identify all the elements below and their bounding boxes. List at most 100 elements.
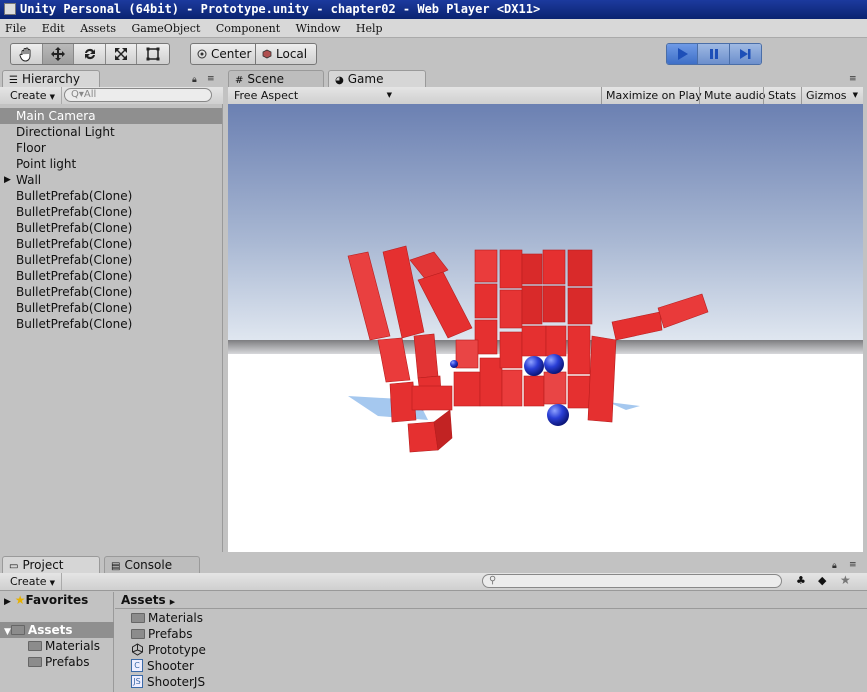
- hierarchy-item-bullet[interactable]: BulletPrefab(Clone): [0, 268, 222, 284]
- app-icon: [4, 2, 16, 15]
- panel-menu-icon[interactable]: ≡: [849, 74, 857, 84]
- stats-toggle[interactable]: Stats: [763, 87, 800, 104]
- hierarchy-item-bullet[interactable]: BulletPrefab(Clone): [0, 220, 222, 236]
- hierarchy-item-floor[interactable]: Floor: [0, 140, 222, 156]
- csharp-script-icon: C: [131, 659, 143, 672]
- project-asset-list: Assets ▶ Materials Prefabs Prototype C Sh…: [115, 592, 867, 692]
- lock-icon[interactable]: 🔒︎: [192, 75, 197, 85]
- expand-arrow-icon[interactable]: ▶: [4, 597, 11, 607]
- tab-project[interactable]: ▭ Project: [2, 556, 100, 574]
- rect-tool-button[interactable]: [137, 44, 169, 64]
- tab-console[interactable]: ▤ Console: [104, 556, 200, 574]
- game-toolbar: Free Aspect ▼ Maximize on Play Mute audi…: [228, 87, 863, 105]
- project-search-input[interactable]: ⚲: [482, 574, 782, 588]
- scale-icon: [115, 48, 128, 60]
- move-tool-button[interactable]: [42, 44, 75, 64]
- expand-arrow-icon[interactable]: ▶: [4, 172, 11, 188]
- favorite-star-icon[interactable]: ★: [840, 573, 851, 587]
- hierarchy-item-bullet[interactable]: BulletPrefab(Clone): [0, 204, 222, 220]
- scale-tool-button[interactable]: [106, 44, 138, 64]
- gizmos-label: Gizmos: [806, 89, 847, 102]
- project-folder-tree: ▶ ★Favorites ▼ Assets Materials Prefabs: [0, 592, 114, 692]
- gizmos-dropdown[interactable]: Gizmos ▼: [801, 87, 863, 104]
- asset-name: Shooter: [147, 659, 194, 673]
- project-create-label: Create: [10, 575, 47, 588]
- hierarchy-item-bullet[interactable]: BulletPrefab(Clone): [0, 284, 222, 300]
- aspect-dropdown[interactable]: Free Aspect ▼: [234, 87, 392, 104]
- divider: [115, 608, 867, 609]
- lock-icon[interactable]: 🔒︎: [832, 561, 837, 571]
- dropdown-arrow-icon: ▼: [386, 91, 392, 99]
- hierarchy-item-bullet[interactable]: BulletPrefab(Clone): [0, 188, 222, 204]
- project-create-dropdown[interactable]: Create ▼: [4, 573, 62, 590]
- favorites-node[interactable]: ▶ ★Favorites: [4, 592, 88, 610]
- tree-item-prefabs[interactable]: Prefabs: [28, 654, 90, 670]
- rect-tool-icon: [146, 47, 160, 61]
- asset-item-prefabs[interactable]: Prefabs: [131, 626, 193, 642]
- panel-menu-icon[interactable]: ≡: [207, 74, 215, 84]
- asset-item-materials[interactable]: Materials: [131, 610, 203, 626]
- star-icon: ★: [14, 593, 26, 607]
- hierarchy-item-directional-light[interactable]: Directional Light: [0, 124, 222, 140]
- filter-by-label-icon[interactable]: ◆: [818, 574, 826, 587]
- hierarchy-item-bullet[interactable]: BulletPrefab(Clone): [0, 300, 222, 316]
- asset-item-prototype[interactable]: Prototype: [131, 642, 206, 658]
- js-script-icon: JS: [131, 675, 143, 688]
- hierarchy-item-bullet[interactable]: BulletPrefab(Clone): [0, 236, 222, 252]
- menu-edit[interactable]: Edit: [42, 19, 65, 38]
- mute-audio-toggle[interactable]: Mute audio: [699, 87, 770, 104]
- hierarchy-search-input[interactable]: Q▾All: [64, 88, 212, 102]
- tab-hierarchy[interactable]: ☰ Hierarchy: [2, 70, 100, 88]
- dropdown-arrow-icon: ▼: [852, 91, 858, 99]
- hierarchy-item-bullet[interactable]: BulletPrefab(Clone): [0, 316, 222, 332]
- hierarchy-toolbar: Create ▼ Q▾All: [0, 87, 223, 105]
- unity-scene-icon: [132, 643, 143, 656]
- hierarchy-item-main-camera[interactable]: Main Camera: [0, 108, 222, 124]
- step-button[interactable]: [729, 44, 761, 64]
- tree-item-materials[interactable]: Materials: [28, 638, 100, 654]
- assets-node-label: Assets: [27, 623, 73, 637]
- hierarchy-item-wall-label: Wall: [16, 173, 42, 187]
- hierarchy-create-label: Create: [10, 89, 47, 102]
- maximize-on-play-toggle[interactable]: Maximize on Play: [601, 87, 706, 104]
- folder-icon: [28, 656, 42, 667]
- menu-assets[interactable]: Assets: [80, 19, 116, 38]
- tab-scene[interactable]: # Scene: [228, 70, 324, 88]
- menu-bar: File Edit Assets GameObject Component Wi…: [0, 19, 867, 38]
- project-toolbar: Create ▼ ⚲ ♣ ◆ ★: [0, 573, 867, 591]
- menu-window[interactable]: Window: [296, 19, 341, 38]
- asset-name: Prototype: [148, 643, 206, 657]
- play-button[interactable]: [667, 44, 699, 64]
- collapse-arrow-icon[interactable]: ▼: [4, 627, 11, 637]
- tab-project-label: Project: [22, 558, 64, 572]
- asset-name: ShooterJS: [147, 675, 206, 689]
- hierarchy-item-wall[interactable]: ▶ Wall: [0, 172, 222, 188]
- hand-tool-button[interactable]: [11, 44, 43, 64]
- menu-component[interactable]: Component: [216, 19, 280, 38]
- menu-gameobject[interactable]: GameObject: [132, 19, 201, 38]
- menu-help[interactable]: Help: [356, 19, 383, 38]
- folder-icon: [131, 612, 145, 623]
- hierarchy-item-point-light[interactable]: Point light: [0, 156, 222, 172]
- hierarchy-create-dropdown[interactable]: Create ▼: [4, 87, 62, 104]
- rotate-tool-button[interactable]: [74, 44, 106, 64]
- asset-item-shooter[interactable]: C Shooter: [131, 658, 194, 674]
- rotate-icon: [84, 48, 95, 60]
- hierarchy-item-bullet[interactable]: BulletPrefab(Clone): [0, 252, 222, 268]
- pause-button[interactable]: [698, 44, 730, 64]
- pivot-center-button[interactable]: Center: [190, 43, 256, 65]
- hand-icon: [19, 47, 31, 62]
- pivot-local-button[interactable]: Local: [255, 43, 317, 65]
- bullet-sphere: [547, 404, 569, 426]
- bullet-sphere: [544, 354, 564, 374]
- folder-icon: [28, 640, 42, 651]
- tree-item-materials-label: Materials: [45, 639, 101, 653]
- play-icon: [678, 48, 689, 60]
- tab-game[interactable]: ◕ Game: [328, 70, 426, 88]
- filter-by-type-icon[interactable]: ♣: [796, 574, 806, 587]
- panel-menu-icon[interactable]: ≡: [849, 560, 857, 570]
- move-arrows-icon: [50, 47, 65, 61]
- menu-file[interactable]: File: [5, 19, 26, 38]
- game-viewport[interactable]: [228, 104, 863, 552]
- asset-item-shooterjs[interactable]: JS ShooterJS: [131, 674, 205, 690]
